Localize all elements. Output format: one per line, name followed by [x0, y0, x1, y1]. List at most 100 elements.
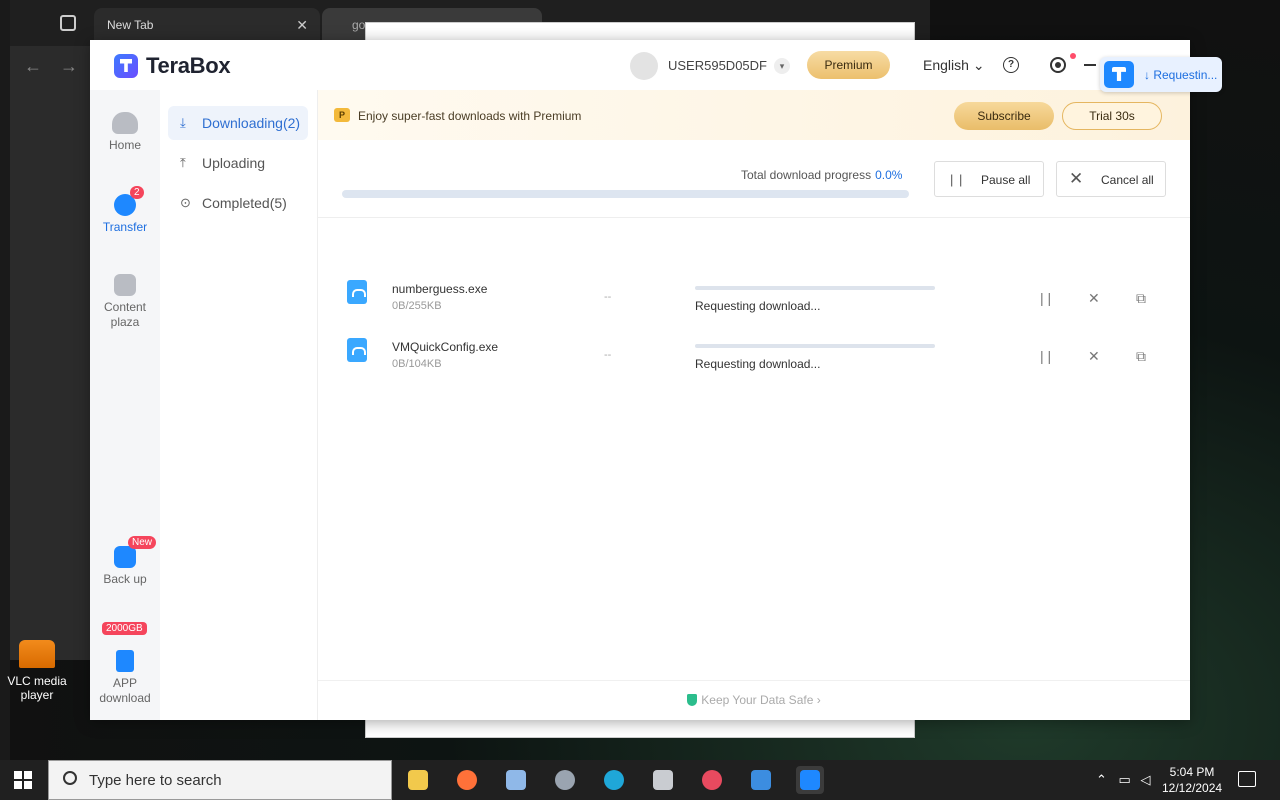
close-icon: ✕: [1069, 169, 1084, 188]
pause-icon[interactable]: | |: [1040, 348, 1051, 364]
taskbar-search-input[interactable]: Type here to search: [48, 760, 392, 800]
security-icon[interactable]: [698, 766, 726, 794]
taskbar-clock[interactable]: 5:04 PM 12/12/2024: [1162, 764, 1222, 796]
check-circle-icon: ⊙: [180, 195, 191, 210]
total-progress-text: Total download progress: [741, 168, 872, 182]
new-badge: New: [128, 536, 157, 549]
close-icon[interactable]: ✕: [1088, 348, 1100, 365]
cloud-icon: [112, 112, 138, 134]
notifications-icon[interactable]: [1238, 771, 1256, 787]
file-explorer-icon[interactable]: [404, 766, 432, 794]
chevron-down-icon: ⌄: [972, 57, 985, 73]
sidebar-label-completed: Completed(5): [202, 195, 287, 211]
exe-file-icon: [347, 280, 367, 304]
terabox-logo-icon: [1104, 61, 1134, 88]
play-icon: [114, 274, 136, 296]
download-row[interactable]: VMQuickConfig.exe 0B/104KB -- Requesting…: [318, 328, 1190, 386]
pause-all-label: Pause all: [981, 173, 1031, 187]
upload-icon: ⤒: [180, 155, 186, 170]
phone-icon: [116, 650, 134, 672]
file-size: 0B/255KB: [392, 300, 442, 312]
pause-icon[interactable]: | |: [1040, 290, 1051, 306]
floating-download-widget[interactable]: ↓ Requestin...: [1100, 57, 1222, 92]
network-icon[interactable]: [649, 766, 677, 794]
network-tray-icon[interactable]: ▭: [1119, 772, 1131, 787]
total-progress-value: 0.0%: [875, 168, 903, 182]
rail-label-app-download: APP download: [99, 676, 151, 705]
rail-item-back-up[interactable]: Back up New: [90, 536, 160, 586]
transfer-badge: 2: [130, 186, 144, 199]
rail-label-transfer: Transfer: [102, 220, 148, 234]
back-arrow-icon[interactable]: ←: [24, 56, 60, 76]
sidebar-label-uploading: Uploading: [202, 155, 266, 171]
photos-icon[interactable]: [747, 766, 775, 794]
cancel-all-button[interactable]: ✕ Cancel all: [1056, 161, 1166, 197]
username[interactable]: USER595D05DF: [668, 58, 767, 73]
settings-icon[interactable]: [1050, 57, 1066, 73]
windows-start-icon[interactable]: [14, 771, 32, 789]
download-speed: --: [604, 291, 612, 303]
download-row[interactable]: numberguess.exe 0B/255KB -- Requesting d…: [318, 270, 1190, 328]
desktop-icon-vlc[interactable]: VLC media player: [0, 640, 74, 702]
notepad-icon[interactable]: [502, 766, 530, 794]
language-selector[interactable]: English ⌄: [923, 57, 985, 74]
cancel-all-label: Cancel all: [1101, 173, 1154, 187]
backup-icon: [114, 546, 136, 568]
shield-icon: [687, 694, 698, 706]
total-progress-area: Total download progress 0.0% | | Pause al…: [318, 140, 1190, 218]
vlc-cone-icon: [19, 640, 55, 668]
main-panel: P Enjoy super-fast downloads with Premiu…: [318, 90, 1190, 720]
avatar[interactable]: [630, 52, 658, 80]
promo-text: Enjoy super-fast downloads with Premium: [358, 109, 582, 123]
search-placeholder: Type here to search: [89, 772, 222, 789]
browser-tab2-title: go: [352, 18, 366, 32]
data-safe-footer[interactable]: Keep Your Data Safe ›: [318, 680, 1190, 720]
tools-icon[interactable]: [551, 766, 579, 794]
firefox-icon[interactable]: [453, 766, 481, 794]
icon-rail: Home Transfer 2 Content plaza Back up Ne…: [90, 90, 160, 720]
brand-name: TeraBox: [146, 53, 231, 78]
terabox-taskbar-icon[interactable]: [796, 766, 824, 794]
rail-item-home[interactable]: Home: [90, 112, 160, 152]
trial-button[interactable]: Trial 30s: [1062, 102, 1162, 130]
rail-label-home: Home: [108, 138, 141, 152]
open-folder-icon[interactable]: ⧉: [1136, 348, 1146, 365]
tab-search-icon[interactable]: [60, 15, 76, 31]
browser-tab-title: New Tab: [107, 18, 154, 32]
system-tray[interactable]: ⌃ ▭ ◁: [1096, 772, 1150, 788]
floating-status: ↓ Requestin...: [1144, 68, 1218, 82]
rail-item-app-download[interactable]: APP download 2000GB: [90, 622, 160, 706]
download-speed: --: [604, 349, 612, 361]
volume-icon[interactable]: ◁: [1140, 772, 1150, 787]
subscribe-button[interactable]: Subscribe: [954, 102, 1054, 130]
browser-nav: ←→: [24, 56, 96, 77]
app-header: TeraBox USER595D05DF ▾ Premium English ⌄…: [90, 40, 1190, 90]
row-progress-bar: [695, 286, 935, 290]
terabox-window: TeraBox USER595D05DF ▾ Premium English ⌄…: [90, 40, 1190, 720]
help-icon[interactable]: ?: [1003, 57, 1019, 73]
sidebar-item-completed[interactable]: ⊙ Completed(5): [168, 186, 308, 220]
transfer-sidebar: ⤓ Downloading(2) ⤒ Uploading ⊙ Completed…: [160, 90, 318, 720]
sidebar-item-uploading[interactable]: ⤒ Uploading: [168, 146, 308, 180]
chevron-up-icon[interactable]: ⌃: [1096, 772, 1107, 787]
minimize-icon[interactable]: [1084, 64, 1096, 66]
open-folder-icon[interactable]: ⧉: [1136, 290, 1146, 307]
download-status: Requesting download...: [695, 299, 821, 313]
download-status: Requesting download...: [695, 357, 821, 371]
search-icon: [63, 771, 77, 785]
premium-button[interactable]: Premium: [807, 51, 890, 79]
close-icon[interactable]: ✕: [1088, 290, 1100, 307]
download-icon: ⤓: [180, 115, 186, 130]
pause-all-button[interactable]: | | Pause all: [934, 161, 1044, 197]
rail-item-content-plaza[interactable]: Content plaza: [90, 274, 160, 330]
sidebar-item-downloading[interactable]: ⤓ Downloading(2): [168, 106, 308, 140]
edge-icon[interactable]: [600, 766, 628, 794]
chevron-right-icon: ›: [813, 693, 821, 707]
user-menu-chevron-icon[interactable]: ▾: [774, 58, 790, 74]
file-name: numberguess.exe: [392, 282, 488, 296]
pause-icon: | |: [950, 172, 964, 187]
rail-item-transfer[interactable]: Transfer 2: [90, 186, 160, 234]
total-progress-label: Total download progress 0.0%: [741, 168, 902, 182]
clock-date: 12/12/2024: [1162, 781, 1223, 795]
close-icon[interactable]: ✕: [296, 17, 308, 34]
